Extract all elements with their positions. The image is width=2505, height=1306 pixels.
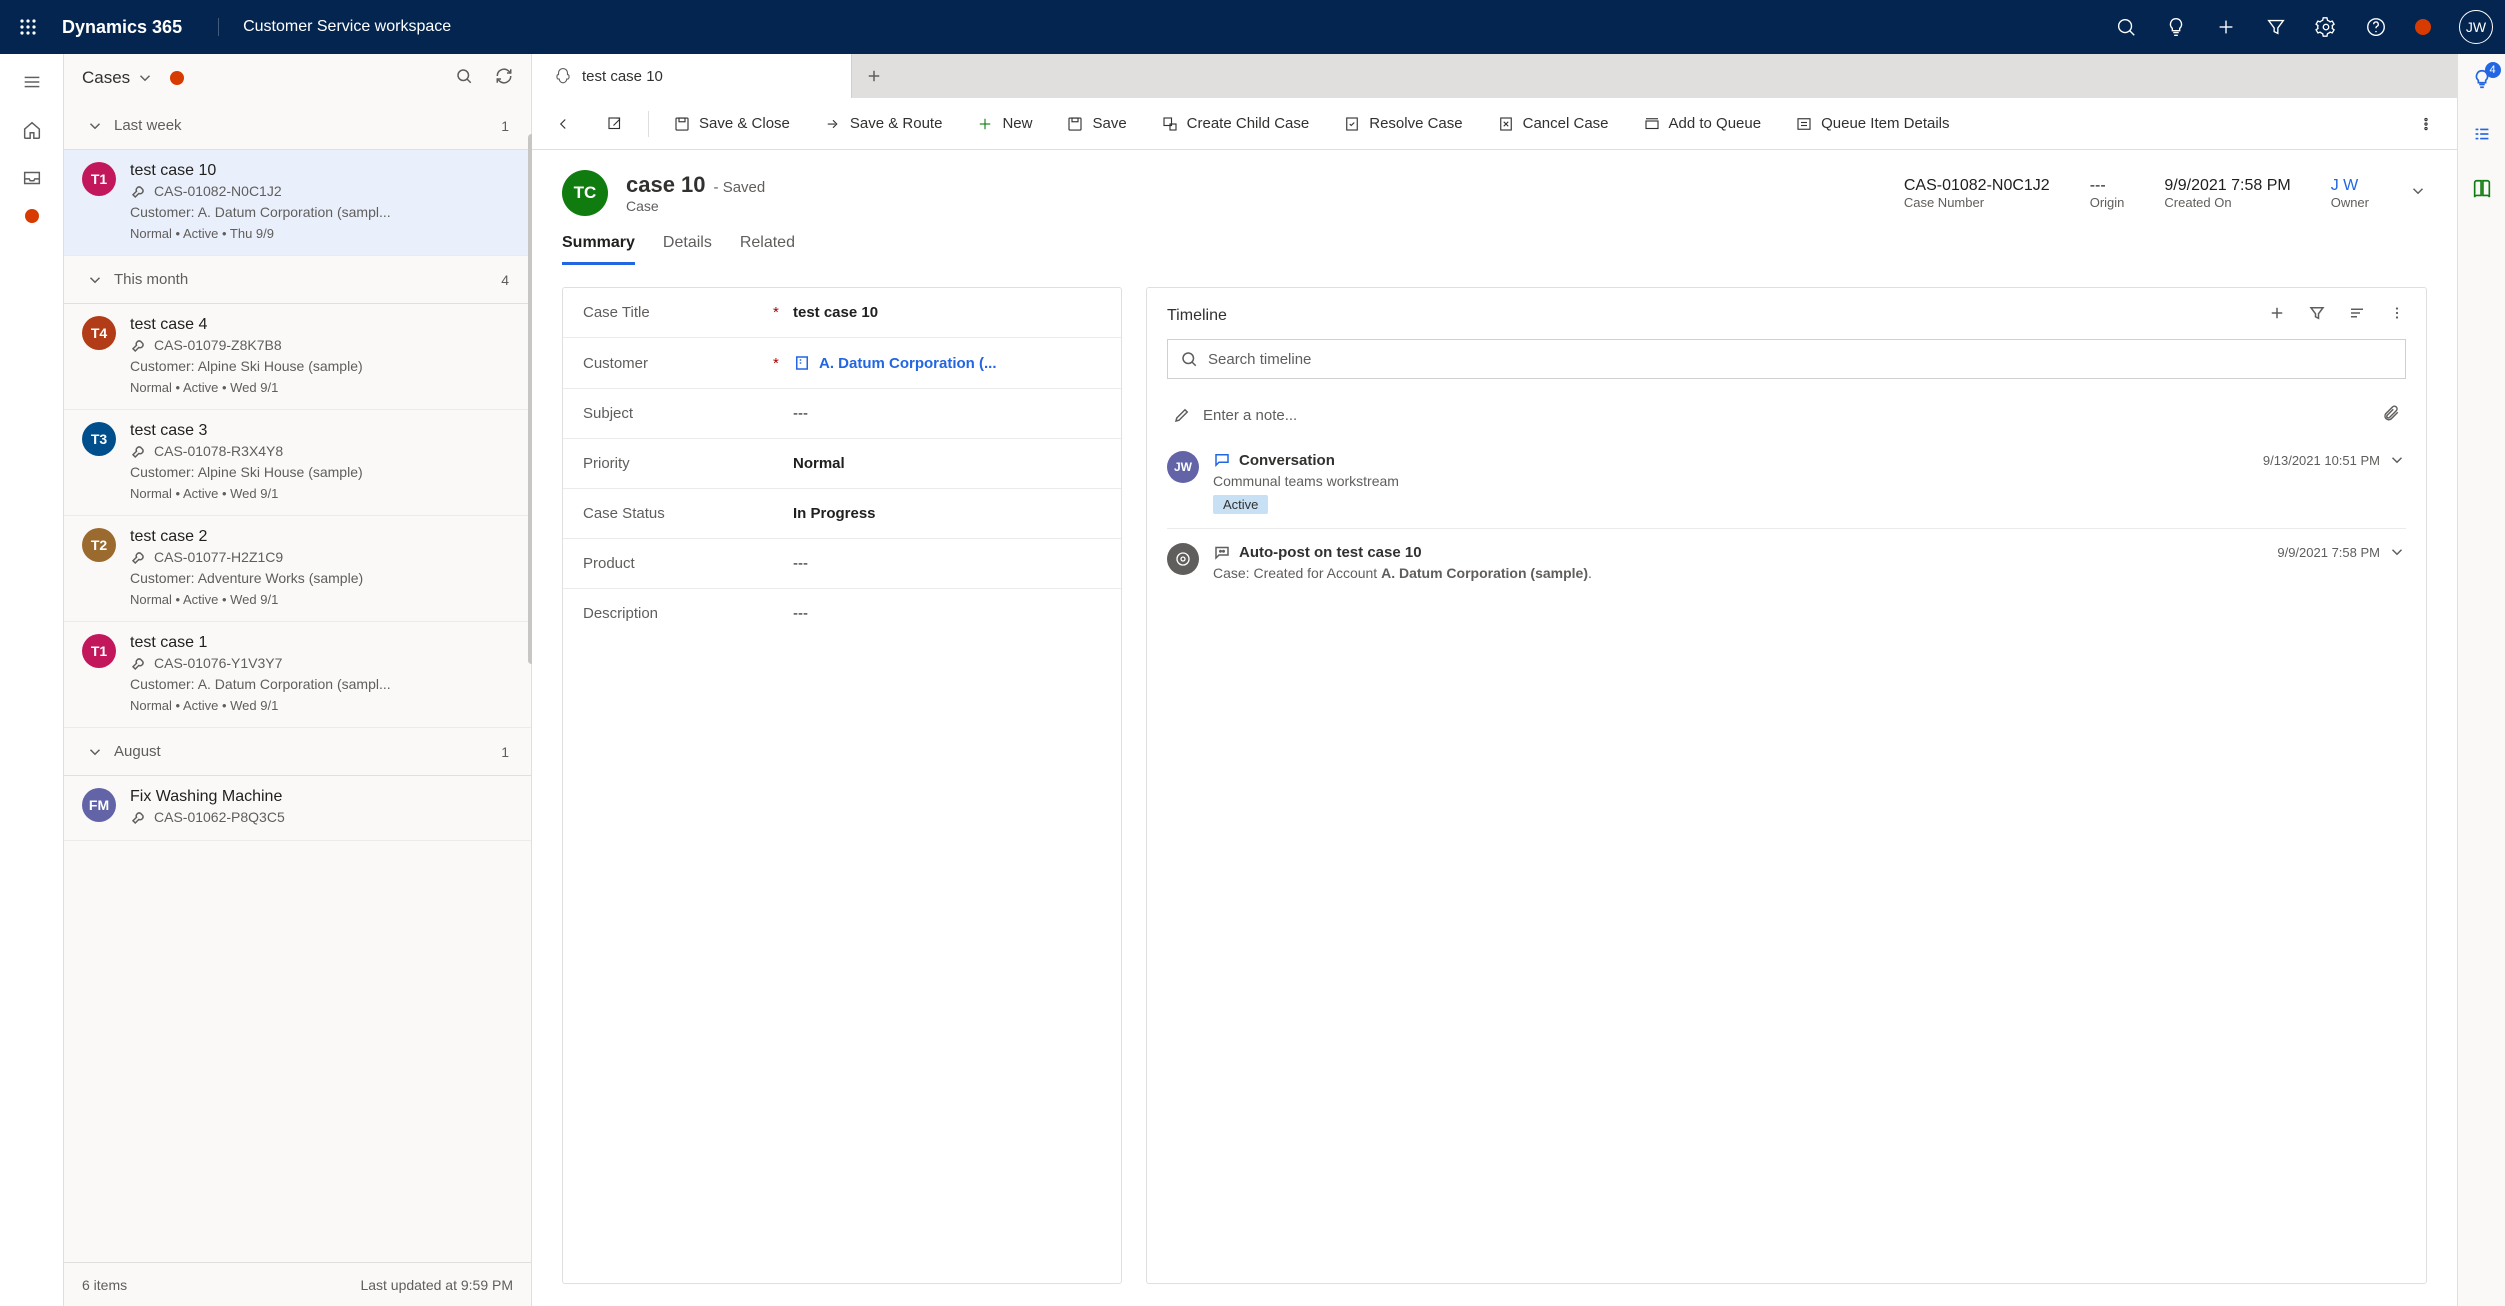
knowledge-icon[interactable] [2471, 178, 2493, 205]
presence-dot-icon [2415, 19, 2431, 35]
tab-related[interactable]: Related [740, 234, 795, 265]
tab-summary[interactable]: Summary [562, 234, 635, 265]
group-header[interactable]: This month4 [64, 256, 531, 304]
origin-value: --- [2090, 177, 2125, 195]
session-dot-icon[interactable] [18, 202, 46, 230]
brand-label: Dynamics 365 [62, 17, 182, 38]
case-number-value: CAS-01082-N0C1J2 [1904, 177, 2050, 195]
home-icon[interactable] [18, 116, 46, 144]
smart-assist-badge: 4 [2485, 62, 2501, 78]
search-icon[interactable] [2115, 16, 2137, 38]
last-updated: Last updated at 9:59 PM [360, 1277, 513, 1293]
tab-label: test case 10 [582, 68, 663, 85]
save-close-button[interactable]: Save & Close [663, 109, 800, 139]
list-search-icon[interactable] [455, 67, 473, 90]
list-title-text: Cases [82, 68, 130, 88]
add-queue-button[interactable]: Add to Queue [1633, 109, 1772, 139]
new-button[interactable]: New [966, 109, 1042, 139]
smart-assist-icon[interactable]: 4 [2471, 68, 2493, 95]
inbox-icon[interactable] [18, 164, 46, 192]
group-header[interactable]: August1 [64, 728, 531, 776]
lightbulb-icon[interactable] [2165, 16, 2187, 38]
timeline-item[interactable]: Auto-post on test case 109/9/2021 7:58 P… [1167, 529, 2406, 595]
record-entity: Case [626, 198, 765, 214]
attach-icon[interactable] [2382, 404, 2400, 426]
record-title: case 10 [626, 172, 706, 198]
refresh-icon[interactable] [495, 67, 513, 90]
field-product[interactable]: --- [793, 555, 808, 572]
timeline-title: Timeline [1167, 307, 1227, 325]
save-button[interactable]: Save [1056, 109, 1136, 139]
create-child-button[interactable]: Create Child Case [1151, 109, 1320, 139]
timeline-sort-icon[interactable] [2348, 304, 2366, 327]
cancel-case-button[interactable]: Cancel Case [1487, 109, 1619, 139]
session-tab[interactable]: test case 10 [532, 54, 852, 98]
timeline-more-icon[interactable] [2388, 304, 2406, 327]
app-launcher-icon[interactable] [12, 11, 44, 43]
list-title[interactable]: Cases [82, 68, 184, 88]
unread-dot-icon [170, 71, 184, 85]
app-name-label: Customer Service workspace [218, 18, 451, 36]
filter-icon[interactable] [2265, 16, 2287, 38]
timeline-filter-icon[interactable] [2308, 304, 2326, 327]
queue-details-button[interactable]: Queue Item Details [1785, 109, 1959, 139]
more-commands-button[interactable] [2407, 109, 2445, 139]
timeline-item[interactable]: JW Conversation9/13/2021 10:51 PM Commun… [1167, 437, 2406, 529]
field-description[interactable]: --- [793, 605, 808, 622]
group-header[interactable]: Last week1 [64, 102, 531, 150]
case-list-item[interactable]: T2test case 2 CAS-01077-H2Z1C9Customer: … [64, 516, 531, 622]
created-value: 9/9/2021 7:58 PM [2164, 177, 2290, 195]
gear-icon[interactable] [2315, 16, 2337, 38]
case-list-item[interactable]: T1test case 1 CAS-01076-Y1V3Y7Customer: … [64, 622, 531, 728]
header-expand-icon[interactable] [2409, 182, 2427, 205]
case-list-item[interactable]: FMFix Washing Machine CAS-01062-P8Q3C5 [64, 776, 531, 841]
timeline-note-input[interactable]: Enter a note... [1167, 393, 2406, 437]
tab-details[interactable]: Details [663, 234, 712, 265]
case-list-item[interactable]: T3test case 3 CAS-01078-R3X4Y8Customer: … [64, 410, 531, 516]
nav-toggle-icon[interactable] [18, 68, 46, 96]
item-count: 6 items [82, 1277, 127, 1293]
back-button[interactable] [544, 109, 582, 139]
save-route-button[interactable]: Save & Route [814, 109, 953, 139]
open-new-window-button[interactable] [596, 109, 634, 139]
field-customer[interactable]: A. Datum Corporation (... [793, 354, 997, 372]
resolve-case-button[interactable]: Resolve Case [1333, 109, 1472, 139]
field-subject[interactable]: --- [793, 405, 808, 422]
case-list-item[interactable]: T4test case 4 CAS-01079-Z8K7B8Customer: … [64, 304, 531, 410]
field-case-status[interactable]: In Progress [793, 505, 876, 522]
case-list-item[interactable]: T1test case 10 CAS-01082-N0C1J2Customer:… [64, 150, 531, 256]
record-avatar: TC [562, 170, 608, 216]
user-avatar[interactable]: JW [2459, 10, 2493, 44]
timeline-add-icon[interactable] [2268, 304, 2286, 327]
plus-icon[interactable] [2215, 16, 2237, 38]
field-case-title[interactable]: test case 10 [793, 304, 878, 321]
saved-indicator: - Saved [714, 179, 766, 196]
add-tab-button[interactable] [852, 54, 896, 98]
timeline-search-input[interactable]: Search timeline [1167, 339, 2406, 379]
field-priority[interactable]: Normal [793, 455, 845, 472]
help-icon[interactable] [2365, 16, 2387, 38]
agent-script-icon[interactable] [2471, 123, 2493, 150]
owner-value[interactable]: J W [2331, 177, 2369, 195]
